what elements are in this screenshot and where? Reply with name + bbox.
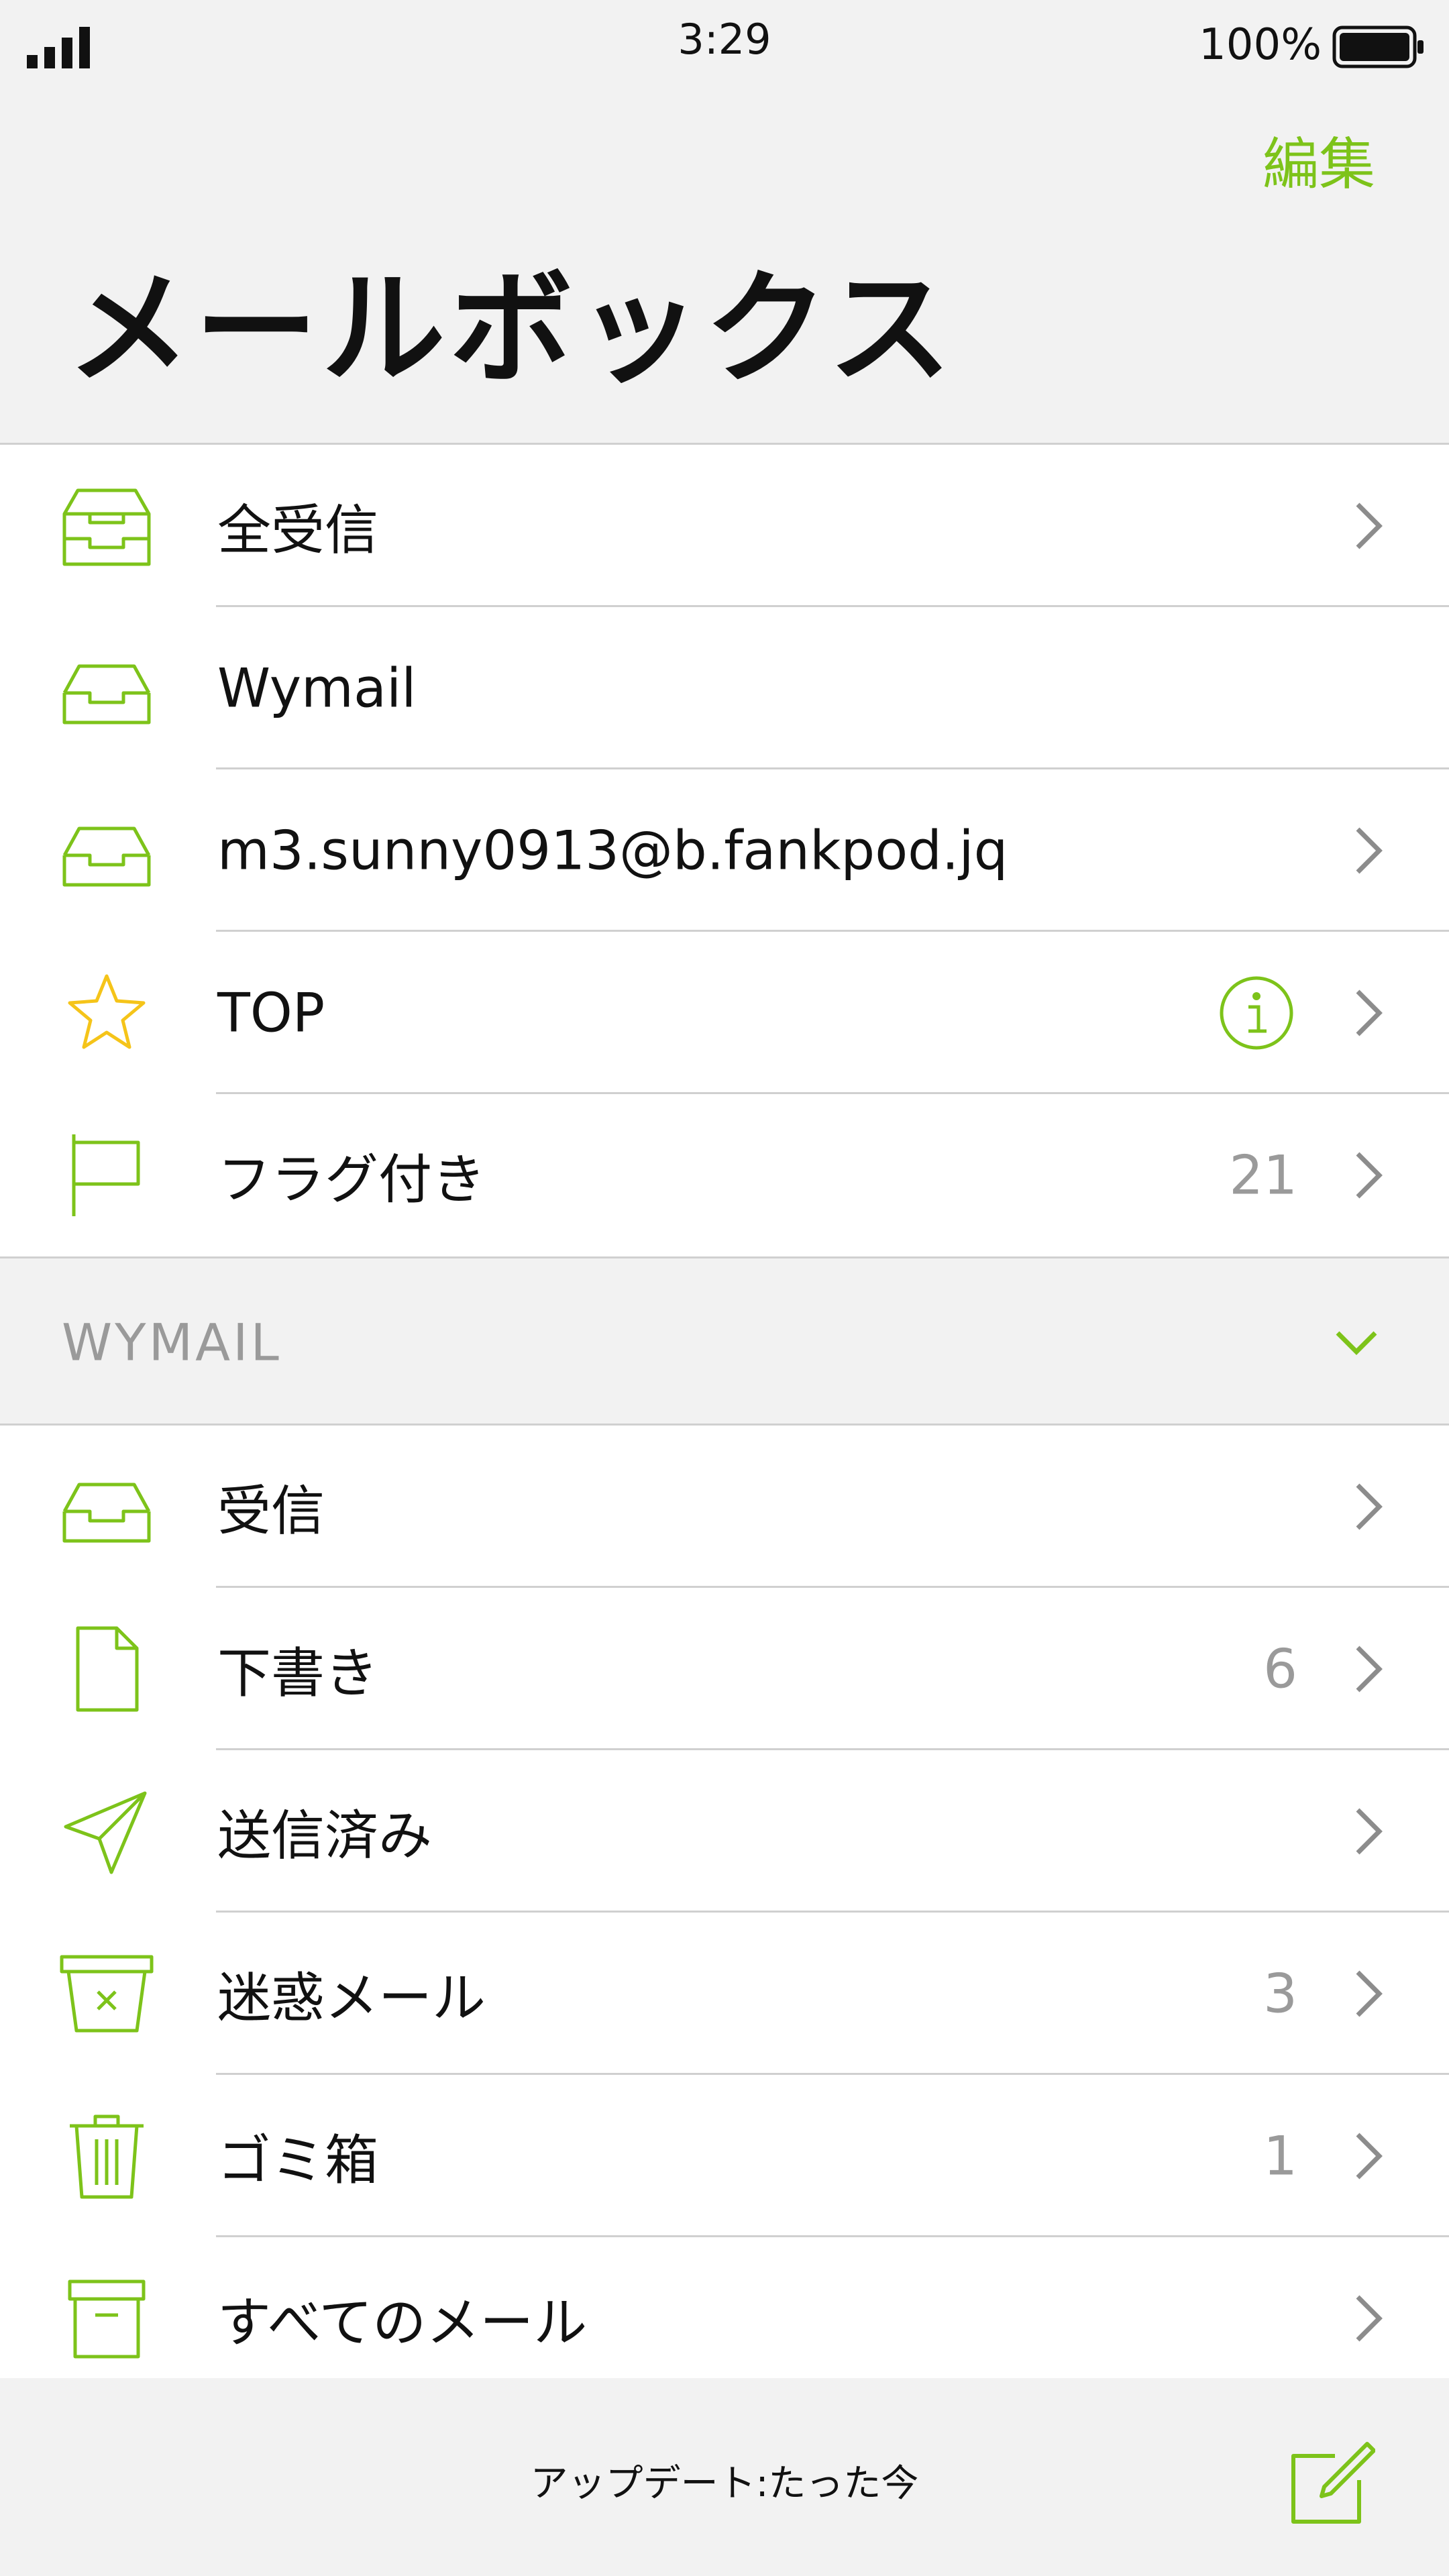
chevron-right-icon [1356,1808,1383,1855]
chevron-right-icon [1356,989,1383,1036]
chevron-right-icon [1356,2133,1383,2180]
mailbox-row-flagged[interactable]: フラグ付き 21 [0,1094,1449,1256]
chevron-down-icon[interactable] [1334,1328,1379,1357]
flag-icon [72,1134,140,1216]
mailbox-row-top[interactable]: TOP [0,932,1449,1094]
folder-row-drafts[interactable]: 下書き 6 [0,1588,1449,1750]
chevron-right-icon [1356,827,1383,874]
info-icon[interactable] [1218,975,1295,1051]
junk-icon [60,1955,154,2033]
section-title: WYMAIL [62,1312,282,1373]
chevron-right-icon [1356,2295,1383,2342]
battery-icon [1332,25,1424,68]
mailbox-label: 全受信 [217,499,378,561]
folder-label: 受信 [217,1480,325,1542]
folder-label: ゴミ箱 [217,2129,378,2192]
mailbox-list: 全受信 Wymail m3.sunny0913@b.fankpod.jq TOP… [0,443,1449,1258]
edit-button[interactable]: 編集 [1263,119,1375,201]
unread-count: 6 [1263,1638,1297,1701]
unread-count: 3 [1263,1962,1297,2025]
folder-label: すべてのメール [217,2292,588,2354]
folder-row-junk[interactable]: 迷惑メール 3 [0,1913,1449,2075]
chevron-right-icon [1356,1483,1383,1530]
compose-icon[interactable] [1288,2440,1375,2527]
folder-row-all-mail[interactable]: すべてのメール [0,2237,1449,2400]
archive-icon [68,2279,146,2359]
chevron-right-icon [1356,1970,1383,2017]
folder-row-inbox[interactable]: 受信 [0,1426,1449,1588]
wymail-folder-list: 受信 下書き 6 送信済み 迷惑メール 3 ゴミ箱 1 すべてのメール [0,1424,1449,2402]
mailbox-row-wymail[interactable]: Wymail [0,607,1449,769]
inbox-icon [62,1483,151,1543]
folder-row-trash[interactable]: ゴミ箱 1 [0,2075,1449,2237]
draft-icon [76,1626,139,1712]
unread-count: 1 [1263,2125,1297,2188]
update-status: アップデート:たった今 [530,2462,919,2506]
mailbox-label: Wymail [217,657,417,720]
section-header-wymail[interactable]: WYMAIL [0,1261,1449,1424]
mailbox-row-all-inbox[interactable]: 全受信 [0,445,1449,607]
mailbox-row-account[interactable]: m3.sunny0913@b.fankpod.jq [0,769,1449,932]
status-bar: 3:29 100% [0,0,1449,94]
page-title: メールボックス [67,258,956,401]
folder-label: 迷惑メール [217,1967,486,2029]
inbox-icon [62,826,151,887]
folder-label: 下書き [217,1642,378,1705]
mailbox-label: フラグ付き [217,1148,486,1211]
folder-label: 送信済み [217,1805,432,1867]
inbox-icon [62,664,151,724]
bottom-toolbar: アップデート:たった今 [0,2378,1449,2576]
folder-row-sent[interactable]: 送信済み [0,1750,1449,1913]
trash-icon [70,2114,144,2199]
unread-count: 21 [1229,1144,1297,1207]
chevron-right-icon [1356,1152,1383,1199]
chevron-right-icon [1356,1646,1383,1693]
all-inbox-icon [62,488,151,566]
mailbox-label: m3.sunny0913@b.fankpod.jq [217,819,1008,882]
star-icon [68,974,146,1049]
chevron-right-icon [1356,502,1383,549]
sent-icon [64,1791,147,1874]
mailbox-label: TOP [217,981,325,1044]
battery-percentage: 100% [1199,20,1322,70]
